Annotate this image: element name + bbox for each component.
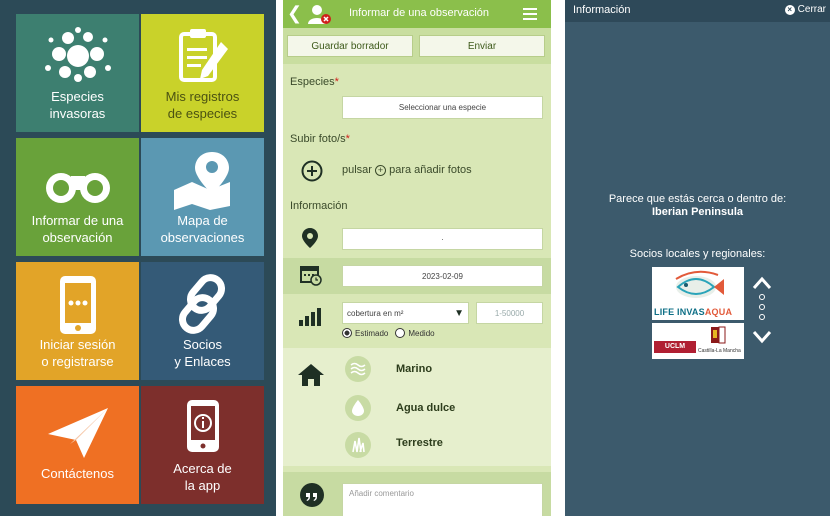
chevron-up-icon[interactable] xyxy=(752,276,772,290)
habitat-terrestrial[interactable]: Terrestre xyxy=(396,437,443,449)
location-pin-icon xyxy=(302,228,318,248)
add-small-icon: + xyxy=(375,164,387,176)
uclm-logo: UCLM xyxy=(654,341,696,353)
close-button[interactable]: × Cerrar xyxy=(784,4,826,15)
terrestrial-grass-icon[interactable] xyxy=(345,432,371,458)
species-section-label: Especies* xyxy=(290,76,339,88)
radio-estimated-label: Estimado xyxy=(355,328,389,338)
tile-observations-map[interactable]: Mapa de observaciones xyxy=(141,138,264,256)
calendar-clock-icon xyxy=(300,266,322,286)
location-field[interactable]: · xyxy=(342,228,543,250)
radio-estimated[interactable] xyxy=(342,328,352,338)
binoculars-icon xyxy=(45,173,110,203)
paper-plane-icon xyxy=(47,408,108,458)
save-draft-button[interactable]: Guardar borrador xyxy=(287,35,413,57)
page-title: Informar de una observación xyxy=(349,7,490,19)
tile-label: Socios y Enlaces xyxy=(174,337,231,369)
location-message: Parece que estás cerca o dentro de: xyxy=(608,193,787,205)
tile-contact[interactable]: Contáctenos xyxy=(16,386,139,504)
freshwater-drop-icon[interactable] xyxy=(345,395,371,421)
habitat-freshwater[interactable]: Agua dulce xyxy=(396,402,455,414)
carousel-dots xyxy=(759,294,767,320)
marine-waves-icon[interactable] xyxy=(345,356,371,382)
coverage-select-label: cobertura en m² xyxy=(347,308,404,318)
info-section-label: Información xyxy=(290,200,348,212)
comment-field[interactable]: Añadir comentario xyxy=(342,483,543,516)
info-screen: Información × Cerrar Parece que estás ce… xyxy=(565,0,830,516)
partner-logos[interactable]: UCLM Castilla-La Mancha xyxy=(652,323,744,359)
home-icon xyxy=(298,364,324,386)
coverage-input[interactable]: 1-50000 xyxy=(476,302,543,324)
radio-measured-label: Medido xyxy=(408,328,435,338)
link-icon xyxy=(178,274,225,334)
carousel-dot[interactable] xyxy=(759,314,765,320)
date-field[interactable]: 2023-02-09 xyxy=(342,265,543,287)
radio-measured[interactable] xyxy=(395,328,406,338)
clm-shield-icon xyxy=(711,326,726,344)
region-name: Iberian Peninsula xyxy=(651,206,744,218)
back-icon[interactable]: ❮ xyxy=(287,3,302,23)
invasaqua-text: LIFE INVASAQUA xyxy=(654,307,733,317)
info-title: Información xyxy=(573,4,631,16)
tile-partners-links[interactable]: Socios y Enlaces xyxy=(141,262,264,380)
close-icon: × xyxy=(784,4,795,15)
chevron-down-icon[interactable] xyxy=(752,330,772,344)
top-bar: ❮ Informar de una observación xyxy=(283,0,551,28)
tile-label: Iniciar sesión o registrarse xyxy=(39,337,116,369)
tile-login[interactable]: Iniciar sesión o registrarse xyxy=(16,262,139,380)
partners-label: Socios locales y regionales: xyxy=(629,248,766,260)
info-header: Información × Cerrar xyxy=(565,0,830,22)
map-pin-icon xyxy=(173,152,230,210)
tile-label: Contáctenos xyxy=(41,466,114,481)
tile-label: Especies invasoras xyxy=(49,89,106,121)
tile-about[interactable]: Acerca de la app xyxy=(141,386,264,504)
cluster-dots-icon xyxy=(44,27,111,82)
add-circle-icon[interactable] xyxy=(301,160,323,182)
species-select[interactable]: Seleccionar una especie xyxy=(342,96,543,119)
tile-my-records[interactable]: Mis registros de especies xyxy=(141,14,264,132)
report-form-screen: ❮ Informar de una observación Guardar bo… xyxy=(283,0,551,516)
coverage-select[interactable]: cobertura en m² ▼ xyxy=(342,302,469,324)
tile-report-observation[interactable]: Informar de una observación xyxy=(16,138,139,256)
tile-label: Informar de una observación xyxy=(31,213,124,245)
action-bar: Guardar borrador Enviar xyxy=(283,28,551,64)
carousel-dot[interactable] xyxy=(759,304,765,310)
clipboard-edit-icon xyxy=(178,29,228,82)
tile-label: Mapa de observaciones xyxy=(160,213,245,245)
habitat-marine[interactable]: Marino xyxy=(396,363,432,375)
info-phone-icon xyxy=(186,400,219,452)
send-button[interactable]: Enviar xyxy=(419,35,545,57)
tile-label: Mis registros de especies xyxy=(165,89,240,121)
carousel-dot[interactable] xyxy=(759,294,765,300)
signal-bars-icon xyxy=(299,308,321,326)
radio-group: Estimado Medido xyxy=(342,328,435,338)
phone-icon xyxy=(59,276,96,334)
add-photos-hint[interactable]: pulsar + para añadir fotos xyxy=(342,164,472,176)
fish-logo-icon xyxy=(675,270,724,298)
tile-label: Acerca de la app xyxy=(173,461,232,493)
home-screen: Especies invasoras Mis registros de especi… xyxy=(0,0,276,516)
close-label: Cerrar xyxy=(797,4,826,15)
user-remove-icon[interactable] xyxy=(307,4,333,24)
hamburger-menu-icon[interactable] xyxy=(523,8,537,23)
photos-section-label: Subir foto/s* xyxy=(290,133,350,145)
dropdown-arrow-icon: ▼ xyxy=(454,307,464,319)
tile-invasive-species[interactable]: Especies invasoras xyxy=(16,14,139,132)
quote-icon xyxy=(300,483,324,507)
life-invasaqua-logo[interactable]: LIFE INVASAQUA xyxy=(652,267,744,320)
clm-text: Castilla-La Mancha xyxy=(698,348,741,354)
